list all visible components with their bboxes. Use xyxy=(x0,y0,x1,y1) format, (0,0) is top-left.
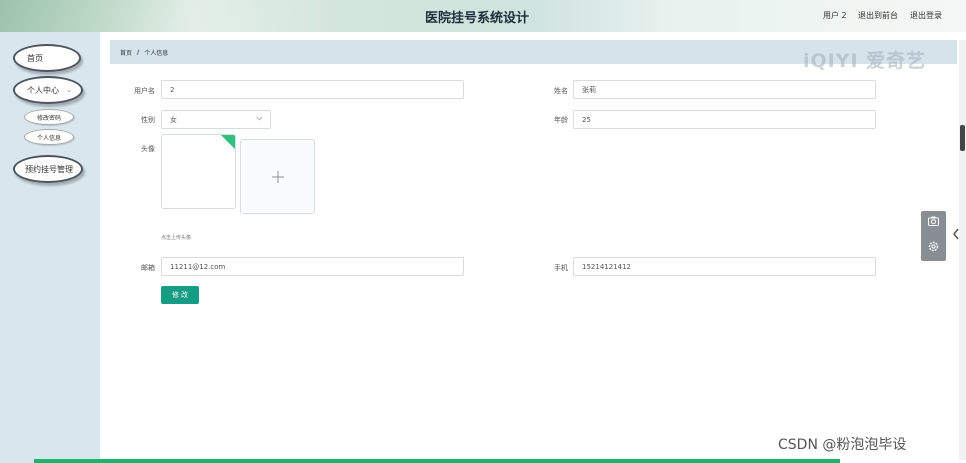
phone-value: 15214121412 xyxy=(582,262,631,271)
username-label: 用户名 xyxy=(134,87,155,95)
camera-icon[interactable] xyxy=(928,216,939,229)
floating-toolbar xyxy=(921,211,946,261)
current-user: 用户 2 xyxy=(823,11,847,20)
sidebar-item-change-password[interactable]: 修改密码 xyxy=(24,109,74,125)
chevron-down-icon: ⌄ xyxy=(66,86,72,94)
scrollbar-thumb[interactable] xyxy=(960,125,965,151)
chevron-down-icon xyxy=(256,115,263,124)
top-header: 医院挂号系统设计 用户 2 退出到前台 退出登录 xyxy=(0,0,966,32)
update-button[interactable]: 修 改 xyxy=(161,286,199,304)
avatar-label: 头像 xyxy=(141,145,155,153)
avatar-preview[interactable] xyxy=(161,134,236,209)
username-input[interactable]: 2 xyxy=(161,80,464,99)
sidebar-item-personal-info[interactable]: 个人信息 xyxy=(24,129,74,145)
breadcrumb-home[interactable]: 首页 xyxy=(120,48,132,57)
breadcrumb-separator: / xyxy=(137,48,140,56)
gender-label: 性别 xyxy=(141,116,155,124)
header-decoration xyxy=(0,0,300,32)
gender-value: 女 xyxy=(170,115,177,124)
email-label: 邮箱 xyxy=(141,264,155,272)
age-value: 25 xyxy=(582,115,591,124)
email-value: 11211@12.com xyxy=(170,262,226,271)
name-label: 姓名 xyxy=(554,87,568,95)
page-scrollbar[interactable] xyxy=(959,40,966,460)
sidebar-item-home[interactable]: 首页 xyxy=(13,44,81,72)
uploaded-tag xyxy=(220,135,235,150)
back-to-front-link[interactable]: 退出到前台 xyxy=(858,10,898,21)
username-value: 2 xyxy=(170,85,175,94)
phone-input[interactable]: 15214121412 xyxy=(573,257,876,276)
gear-icon[interactable] xyxy=(928,241,939,255)
email-input[interactable]: 11211@12.com xyxy=(161,257,464,276)
upload-hint: 点击上传头像 xyxy=(161,235,192,241)
name-value: 张莉 xyxy=(582,85,596,94)
gender-select[interactable]: 女 xyxy=(161,110,271,129)
sidebar-item-label: 首页 xyxy=(27,53,43,63)
video-progress-bar xyxy=(34,459,840,463)
sidebar-item-label: 个人信息 xyxy=(36,134,61,142)
sidebar-item-appointment-management[interactable]: 预约挂号管理 xyxy=(13,155,83,183)
name-input[interactable]: 张莉 xyxy=(573,80,876,99)
phone-label: 手机 xyxy=(554,264,568,272)
age-input[interactable]: 25 xyxy=(573,110,876,129)
sidebar-item-label: 预约挂号管理 xyxy=(25,164,73,174)
sidebar-item-personal-center[interactable]: 个人中心 ⌄ xyxy=(13,76,83,104)
age-label: 年龄 xyxy=(554,116,568,124)
csdn-watermark: CSDN @粉泡泡毕设 xyxy=(778,437,907,453)
app-title: 医院挂号系统设计 xyxy=(425,11,530,26)
breadcrumb-current: 个人信息 xyxy=(144,49,169,57)
avatar-upload-button[interactable] xyxy=(240,139,315,214)
plus-icon xyxy=(271,165,285,189)
sidebar-item-label: 修改密码 xyxy=(36,114,61,122)
sidebar-item-label: 个人中心 xyxy=(27,85,59,95)
video-watermark: iQIYI 爱奇艺 xyxy=(803,50,927,72)
logout-link[interactable]: 退出登录 xyxy=(910,10,942,21)
